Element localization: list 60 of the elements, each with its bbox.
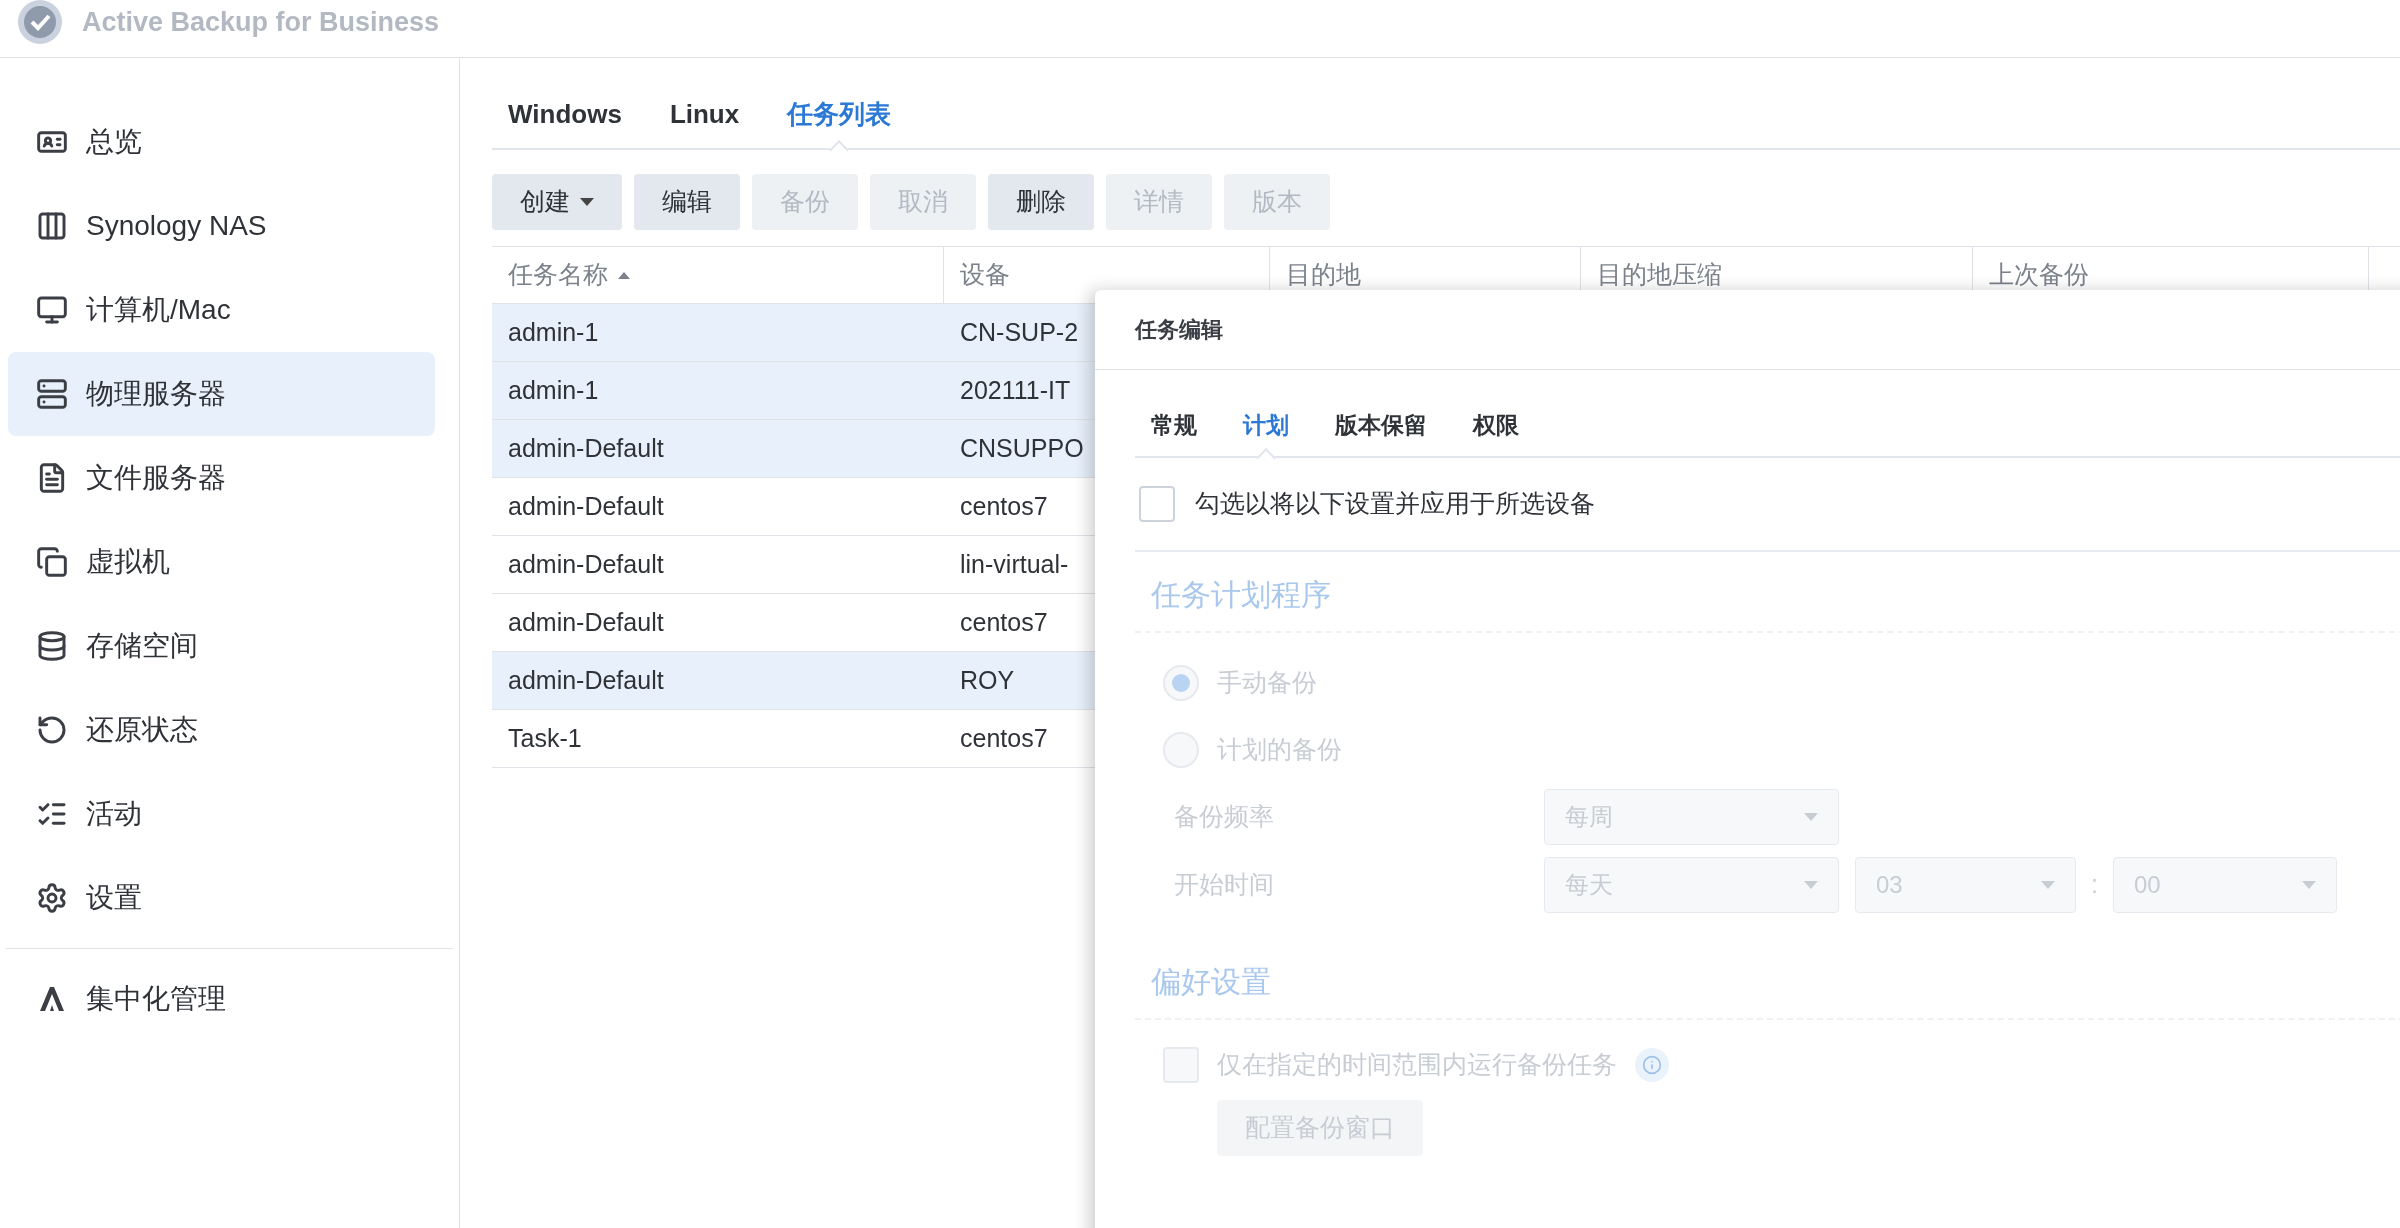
sidebar-item[interactable]: 活动 — [8, 772, 435, 856]
sidebar-item[interactable]: 文件服务器 — [8, 436, 435, 520]
table-cell-text: ROY — [960, 664, 1015, 696]
table-cell-text: lin-virtual- — [960, 548, 1069, 580]
server-icon — [36, 378, 68, 410]
nas-icon — [36, 210, 68, 242]
table-cell-text: admin-Default — [508, 606, 664, 638]
table-cell-text: admin-1 — [508, 316, 599, 348]
section-heading: 任务计划程序 — [1151, 578, 1331, 611]
table-cell-text: admin-Default — [508, 548, 664, 580]
table-cell-text: Task-1 — [508, 722, 582, 754]
checkbox-label: 勾选以将以下设置并应用于所选设备 — [1195, 488, 1595, 520]
table-cell-text: centos7 — [960, 606, 1048, 638]
tab[interactable]: Linux — [669, 95, 740, 148]
radio-button[interactable] — [1163, 664, 1199, 701]
table-cell-text: CNSUPPO — [960, 432, 1084, 464]
radio-button[interactable] — [1163, 731, 1199, 768]
tab[interactable]: 权限 — [1473, 407, 1519, 456]
caret-icon — [1804, 881, 1818, 889]
table-cell-text: CN-SUP-2 — [960, 316, 1079, 348]
sidebar-item[interactable]: 总览 — [8, 100, 435, 184]
monitor-icon — [36, 294, 68, 326]
tab[interactable]: 版本保留 — [1335, 407, 1427, 456]
sidebar-item[interactable]: 集中化管理 — [8, 957, 435, 1041]
toolbar-button[interactable]: 创建 — [492, 174, 622, 230]
caret-icon — [2041, 881, 2055, 889]
sidebar-item[interactable]: 设置 — [8, 856, 435, 940]
sidebar-item[interactable]: 计算机/Mac — [8, 268, 435, 352]
checkbox[interactable] — [1139, 486, 1175, 522]
table-cell-text: 202111-IT — [960, 374, 1071, 406]
info-icon[interactable] — [1635, 1047, 1669, 1082]
sidebar-item[interactable]: Synology NAS — [8, 184, 435, 268]
checkbox[interactable] — [1163, 1046, 1199, 1083]
caret-icon — [2302, 881, 2316, 889]
restore-icon — [36, 714, 68, 746]
sidebar-item[interactable]: 虚拟机 — [8, 520, 435, 604]
table-cell-text: centos7 — [960, 722, 1048, 754]
sidebar-item[interactable]: 存储空间 — [8, 604, 435, 688]
table-cell-text: admin-Default — [508, 432, 664, 464]
section-heading: 偏好设置 — [1151, 965, 1271, 998]
table-cell-text: admin-1 — [508, 374, 599, 406]
time-separator: : — [2090, 869, 2099, 901]
tab[interactable]: 常规 — [1151, 407, 1197, 456]
table-cell-text: centos7 — [960, 490, 1048, 522]
sort-up-icon — [618, 271, 630, 279]
toolbar-button[interactable]: 删除 — [988, 174, 1094, 230]
dialog-title: 任务编辑 — [1135, 316, 1223, 344]
app-title: Active Backup for Business — [82, 6, 440, 40]
column-header[interactable]: 任务名称 — [492, 247, 944, 303]
sidebar-item[interactable]: 物理服务器 — [8, 352, 435, 436]
toolbar-button[interactable]: 编辑 — [634, 174, 740, 230]
table-cell-text: admin-Default — [508, 664, 664, 696]
settings-icon — [36, 882, 68, 914]
database-icon — [36, 630, 68, 662]
caret-icon — [1804, 813, 1818, 821]
caret-icon — [580, 198, 594, 206]
tab[interactable]: Windows — [508, 95, 622, 148]
copy-icon — [36, 546, 68, 578]
sidebar-item[interactable]: 还原状态 — [8, 688, 435, 772]
table-cell-text: admin-Default — [508, 490, 664, 522]
